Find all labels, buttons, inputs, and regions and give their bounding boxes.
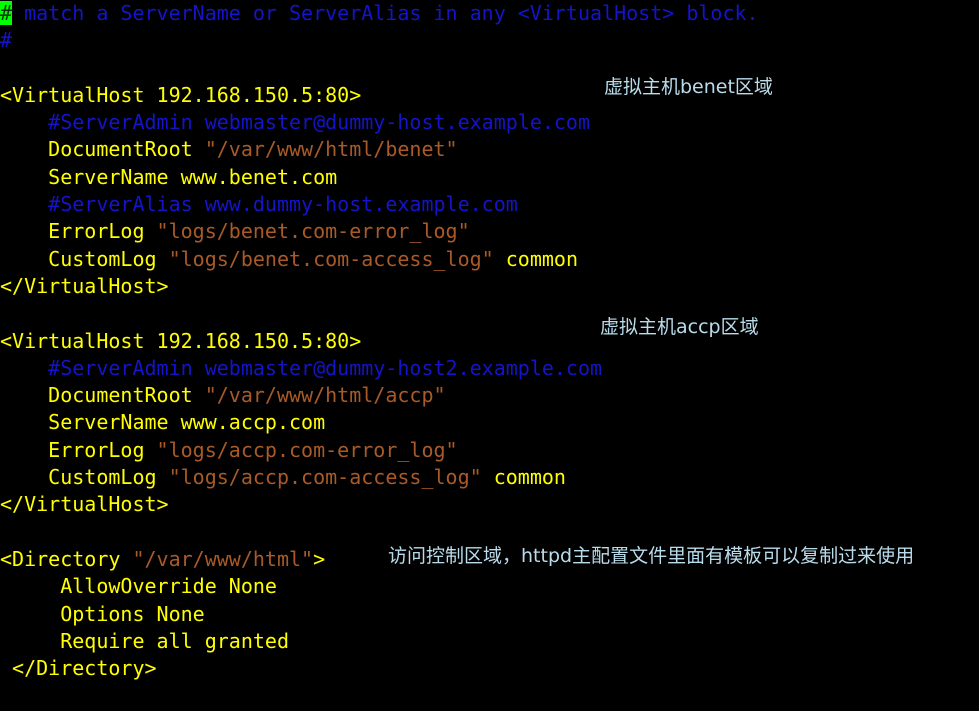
code-line[interactable]: CustomLog "logs/accp.com-access_log" com… — [0, 464, 979, 491]
code-token-directive: ErrorLog — [48, 219, 157, 244]
code-line[interactable]: <VirtualHost 192.168.150.5:80> — [0, 328, 979, 355]
code-token-string: "/var/www/html/accp" — [204, 383, 446, 408]
code-line[interactable]: #ServerAdmin webmaster@dummy-host.exampl… — [0, 109, 979, 136]
code-line[interactable]: ServerName www.benet.com — [0, 164, 979, 191]
code-token-string: "logs/benet.com-access_log" — [168, 246, 494, 271]
code-token-directive: ErrorLog — [48, 437, 157, 462]
code-token-comment: #ServerAdmin webmaster@dummy-host.exampl… — [48, 110, 591, 135]
code-line[interactable]: Require all granted — [0, 628, 979, 655]
code-line[interactable]: #ServerAlias www.dummy-host.example.com — [0, 191, 979, 218]
code-line[interactable]: </VirtualHost> — [0, 491, 979, 518]
code-token-directive: <Directory — [0, 546, 133, 571]
code-token-directive: </VirtualHost> — [0, 273, 169, 298]
annotation-benet-vhost: 虚拟主机benet区域 — [604, 76, 773, 98]
code-line[interactable]: ErrorLog "logs/benet.com-error_log" — [0, 218, 979, 245]
code-line[interactable]: DocumentRoot "/var/www/html/benet" — [0, 136, 979, 163]
code-token-string: "logs/accp.com-error_log" — [156, 437, 458, 462]
code-token-directive: DocumentRoot — [48, 137, 205, 162]
code-line[interactable]: # — [0, 27, 979, 54]
code-line-blank[interactable] — [0, 519, 979, 546]
code-token-directive: </VirtualHost> — [0, 492, 169, 517]
annotation-directory-block: 访问控制区域，httpd主配置文件里面有模板可以复制过来使用 — [388, 545, 915, 567]
code-token-directive: CustomLog — [48, 465, 169, 490]
code-line-blank[interactable] — [0, 55, 979, 82]
code-line[interactable]: AllowOverride None — [0, 573, 979, 600]
code-token-directive: common — [493, 246, 578, 271]
code-token-directive: > — [313, 546, 326, 571]
code-line[interactable]: </VirtualHost> — [0, 273, 979, 300]
terminal-window[interactable]: # match a ServerName or ServerAlias in a… — [0, 0, 979, 711]
code-token-directive: Require all granted — [60, 628, 289, 653]
config-file-content[interactable]: # match a ServerName or ServerAlias in a… — [0, 0, 979, 682]
code-line[interactable]: <VirtualHost 192.168.150.5:80> — [0, 82, 979, 109]
code-token-string: "logs/benet.com-error_log" — [156, 219, 470, 244]
code-token-directive: <VirtualHost 192.168.150.5:80> — [0, 328, 362, 353]
code-token-comment: match a ServerName or ServerAlias in any… — [12, 1, 759, 25]
code-token-directive: <VirtualHost 192.168.150.5:80> — [0, 82, 362, 107]
code-token-string: "logs/accp.com-access_log" — [168, 465, 482, 490]
code-token-directive: ServerName www.accp.com — [48, 410, 326, 435]
code-line[interactable]: ErrorLog "logs/accp.com-error_log" — [0, 437, 979, 464]
code-line[interactable]: #ServerAdmin webmaster@dummy-host2.examp… — [0, 355, 979, 382]
code-token-directive: ServerName www.benet.com — [48, 164, 338, 189]
code-token-directive: Options None — [60, 601, 205, 626]
code-line[interactable]: # match a ServerName or ServerAlias in a… — [0, 0, 979, 27]
code-token-directive: common — [481, 465, 566, 490]
code-token-directive: AllowOverride None — [60, 574, 277, 599]
code-line-blank[interactable] — [0, 300, 979, 327]
code-line[interactable]: </Directory> — [0, 655, 979, 682]
code-line[interactable]: ServerName www.accp.com — [0, 409, 979, 436]
code-token-comment: #ServerAdmin webmaster@dummy-host2.examp… — [48, 355, 603, 380]
code-token-comment: #ServerAlias www.dummy-host.example.com — [48, 192, 518, 217]
annotation-accp-vhost: 虚拟主机accp区域 — [600, 316, 759, 338]
code-line[interactable]: CustomLog "logs/benet.com-access_log" co… — [0, 246, 979, 273]
code-token-directive: DocumentRoot — [48, 383, 205, 408]
code-token-string: "/var/www/html" — [132, 546, 314, 571]
code-token-directive: CustomLog — [48, 246, 169, 271]
code-token-directive: </Directory> — [12, 656, 157, 681]
editor-cursor: # — [0, 1, 13, 25]
code-line[interactable]: DocumentRoot "/var/www/html/accp" — [0, 382, 979, 409]
code-token-string: "/var/www/html/benet" — [204, 137, 458, 162]
code-line[interactable]: Options None — [0, 601, 979, 628]
code-token-comment: # — [0, 28, 13, 53]
